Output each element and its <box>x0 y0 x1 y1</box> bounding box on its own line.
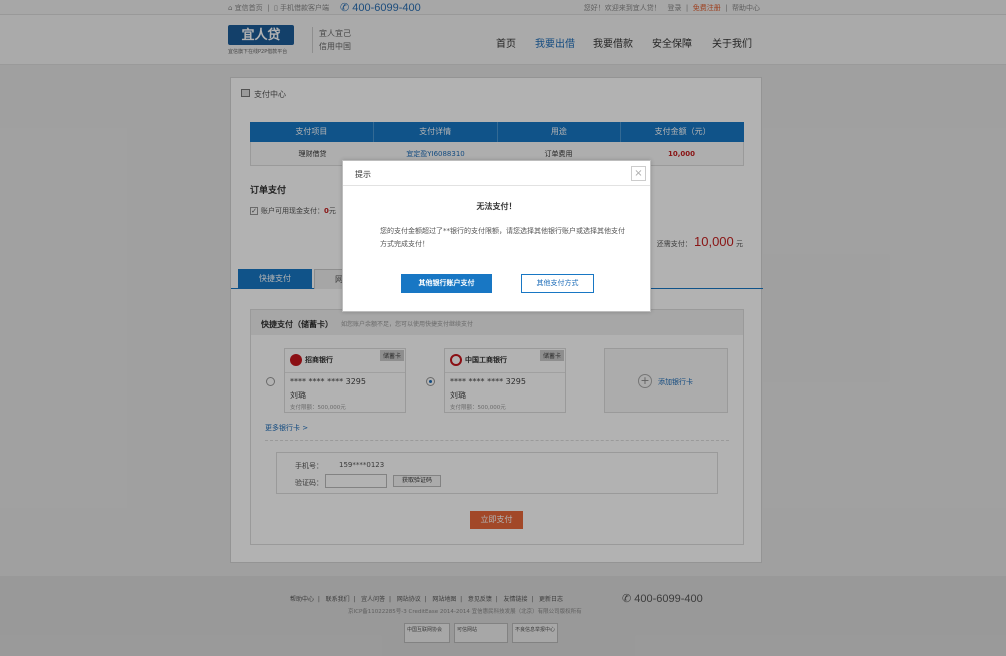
other-payment-method-button[interactable]: 其他支付方式 <box>521 274 594 293</box>
dialog-title: 提示 <box>355 170 371 179</box>
close-icon[interactable]: × <box>631 166 646 181</box>
alert-dialog: 提示 × 无法支付！ 您的支付金额超过了**银行的支付限额，请您选择其他银行账户… <box>342 160 651 312</box>
modal-overlay <box>0 0 1006 656</box>
dialog-heading: 无法支付！ <box>476 202 517 211</box>
dialog-header: 提示 × <box>343 161 650 186</box>
other-bank-account-button[interactable]: 其他银行账户支付 <box>401 274 492 293</box>
dialog-message: 您的支付金额超过了**银行的支付限额，请您选择其他银行账户或选择其他支付方式完成… <box>380 227 625 248</box>
